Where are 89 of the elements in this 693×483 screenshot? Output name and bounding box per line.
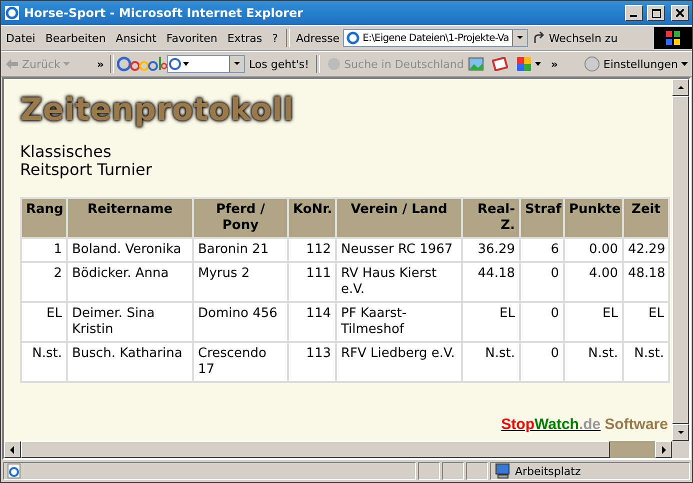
status-pane bbox=[442, 462, 464, 480]
menu-item[interactable]: Ansicht bbox=[110, 32, 162, 44]
table-cell: N.st. bbox=[564, 342, 623, 382]
blocks-icon[interactable] bbox=[516, 56, 542, 72]
table-cell: 0.00 bbox=[564, 238, 623, 262]
column-header: Reitername bbox=[67, 198, 193, 238]
caret-icon bbox=[680, 62, 688, 66]
circle-icon bbox=[584, 56, 600, 72]
table-cell: 113 bbox=[288, 342, 336, 382]
card-icon[interactable] bbox=[492, 57, 508, 71]
address-field[interactable]: E:\Eigene Dateien\1-Projekte-Va bbox=[342, 29, 528, 47]
google-logo-icon bbox=[116, 55, 167, 73]
minimize-button[interactable] bbox=[625, 5, 643, 21]
maximize-button[interactable] bbox=[647, 5, 665, 21]
table-cell: Bödicker. Anna bbox=[67, 262, 193, 302]
table-cell: Deimer. Sina Kristin bbox=[67, 302, 193, 342]
menu-item[interactable]: Bearbeiten bbox=[40, 32, 111, 44]
table-cell: Baronin 21 bbox=[193, 238, 288, 262]
settings-button[interactable]: Einstellungen bbox=[580, 56, 692, 72]
table-cell: 114 bbox=[288, 302, 336, 342]
computer-icon bbox=[495, 463, 511, 479]
table-cell: 44.18 bbox=[462, 262, 520, 302]
arrow-icon bbox=[532, 31, 546, 45]
table-cell: EL bbox=[21, 302, 67, 342]
column-header: Rang bbox=[21, 198, 67, 238]
column-header: KoNr. bbox=[288, 198, 336, 238]
toolbar-overflow[interactable]: » bbox=[548, 58, 561, 70]
column-header: Zeit bbox=[623, 198, 669, 238]
window-title: Horse-Sport - Microsoft Internet Explorer bbox=[24, 6, 304, 20]
table-cell: Neusser RC 1967 bbox=[336, 238, 462, 262]
table-cell: 4.00 bbox=[564, 262, 623, 302]
menu-item[interactable]: Favoriten bbox=[161, 32, 222, 44]
menu-item[interactable]: Datei bbox=[1, 32, 40, 44]
browser-icon bbox=[4, 5, 20, 21]
menu-item[interactable]: Extras bbox=[222, 32, 268, 44]
caret-icon bbox=[63, 62, 70, 66]
search-field[interactable] bbox=[166, 55, 245, 73]
table-cell: Busch. Katharina bbox=[67, 342, 193, 382]
address-label: Adresse bbox=[294, 32, 341, 44]
table-cell: 0 bbox=[520, 342, 564, 382]
table-cell: RV Haus Kierst e.V. bbox=[336, 262, 462, 302]
picture-icon[interactable] bbox=[468, 57, 484, 71]
table-cell: 42.29 bbox=[623, 238, 669, 262]
menu-item[interactable]: ? bbox=[267, 32, 283, 44]
table-cell: EL bbox=[623, 302, 669, 342]
table-cell: EL bbox=[564, 302, 623, 342]
status-pane bbox=[418, 462, 440, 480]
table-cell: N.st. bbox=[21, 342, 67, 382]
toolbar-overflow[interactable]: » bbox=[94, 58, 107, 70]
column-header: Pferd / Pony bbox=[193, 198, 288, 238]
back-arrow-icon bbox=[5, 58, 19, 70]
status-pane bbox=[466, 462, 488, 480]
circle-icon bbox=[327, 57, 342, 71]
table-cell: 111 bbox=[288, 262, 336, 302]
search-button[interactable]: Los geht's! bbox=[244, 58, 314, 70]
table-cell: 0 bbox=[520, 302, 564, 342]
table-cell: RFV Liedberg e.V. bbox=[336, 342, 462, 382]
close-icon bbox=[676, 9, 684, 17]
column-header: Real-Z. bbox=[462, 198, 520, 238]
table-cell: Domino 456 bbox=[193, 302, 288, 342]
page-heading: Zeitenprotokoll bbox=[20, 93, 294, 129]
browser-icon bbox=[346, 31, 360, 45]
close-button[interactable] bbox=[671, 5, 689, 21]
subtitle: Klassisches Reitsport Turnier bbox=[20, 142, 152, 179]
table-cell: Myrus 2 bbox=[193, 262, 288, 302]
software-label: Software bbox=[604, 416, 668, 433]
column-header: Punkte bbox=[564, 198, 623, 238]
table-cell: Boland. Veronika bbox=[67, 238, 193, 262]
table-cell: 0 bbox=[520, 262, 564, 302]
table-cell: 2 bbox=[21, 262, 67, 302]
table-cell: 1 bbox=[21, 238, 67, 262]
table-cell: 112 bbox=[288, 238, 336, 262]
vertical-scrollbar[interactable] bbox=[672, 79, 689, 441]
table-cell: Crescendo 17 bbox=[193, 342, 288, 382]
table-cell: N.st. bbox=[462, 342, 520, 382]
table-cell: 6 bbox=[520, 238, 564, 262]
table-cell: N.st. bbox=[623, 342, 669, 382]
go-button[interactable]: Wechseln zu bbox=[528, 31, 622, 45]
stopwatch-link[interactable]: StopWatch.de bbox=[501, 416, 601, 433]
zone-label: Arbeitsplatz bbox=[515, 464, 581, 478]
windows-logo-icon bbox=[665, 30, 681, 46]
column-header: Straf bbox=[520, 198, 564, 238]
table-cell: 48.18 bbox=[623, 262, 669, 302]
table-cell: 36.29 bbox=[462, 238, 520, 262]
table-cell: PF Kaarst-Tilmeshof bbox=[336, 302, 462, 342]
horizontal-scrollbar[interactable] bbox=[4, 441, 672, 458]
column-header: Verein / Land bbox=[336, 198, 462, 238]
table-cell: EL bbox=[462, 302, 520, 342]
maximize-icon bbox=[652, 8, 660, 18]
